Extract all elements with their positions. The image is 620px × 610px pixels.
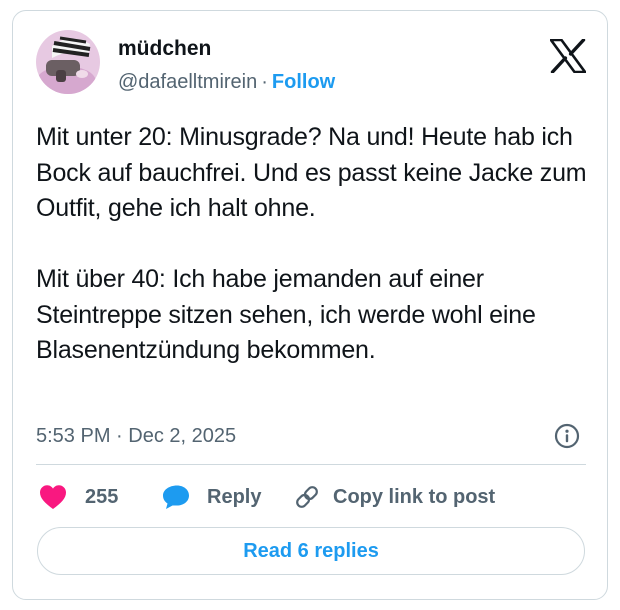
author-handle-row: @dafaelltmirein · Follow bbox=[118, 68, 335, 96]
heart-icon bbox=[40, 485, 66, 509]
link-icon bbox=[296, 486, 318, 508]
like-count: 255 bbox=[85, 485, 119, 508]
follow-link[interactable]: Follow bbox=[272, 71, 335, 93]
copy-link-label: Copy link to post bbox=[333, 485, 496, 508]
reply-label: Reply bbox=[207, 485, 262, 508]
avatar-image bbox=[36, 30, 100, 94]
embedded-post-card: müdchen @dafaelltmirein · Follow Mit unter… bbox=[12, 10, 608, 600]
author-handle[interactable]: @dafaelltmirein bbox=[118, 71, 257, 93]
post-timestamp[interactable]: 5:53 PM · Dec 2, 2025 bbox=[36, 422, 236, 450]
author-avatar[interactable] bbox=[36, 30, 100, 94]
post-paragraph: Mit unter 20: Minusgrade? Na und! Heute … bbox=[36, 123, 587, 222]
x-logo-icon[interactable] bbox=[549, 38, 587, 74]
author-name[interactable]: müdchen bbox=[118, 35, 211, 63]
read-replies-button[interactable]: Read 6 replies bbox=[37, 527, 585, 575]
like-button[interactable]: 255 bbox=[39, 480, 118, 514]
divider bbox=[36, 464, 586, 465]
info-icon[interactable] bbox=[554, 423, 580, 449]
speech-bubble-icon bbox=[163, 485, 189, 509]
handle-separator: · bbox=[261, 71, 268, 93]
post-text: Mit unter 20: Minusgrade? Na und! Heute … bbox=[36, 120, 588, 369]
reply-button[interactable]: Reply bbox=[162, 480, 261, 514]
copy-link-button[interactable]: Copy link to post bbox=[293, 480, 495, 514]
post-paragraph: Mit über 40: Ich habe jemanden auf einer… bbox=[36, 265, 536, 364]
